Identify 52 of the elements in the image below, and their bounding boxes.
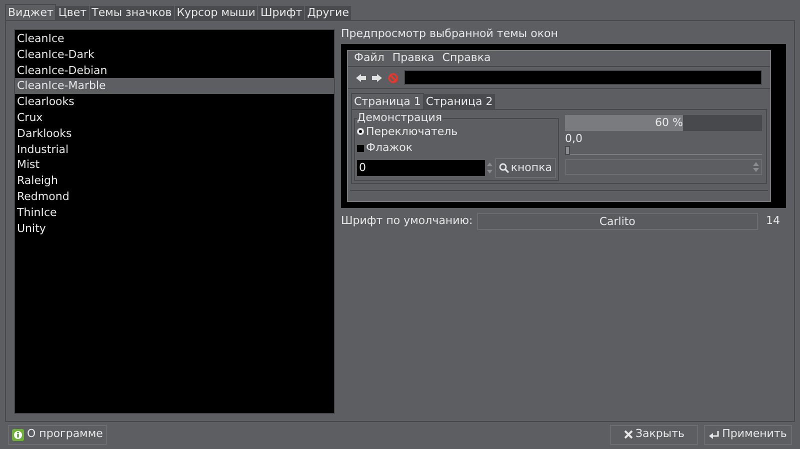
group-title: Демонстрация xyxy=(357,112,442,124)
font-label: Шрифт по умолчанию: xyxy=(341,213,473,230)
list-item[interactable]: Unity xyxy=(15,220,334,236)
list-item[interactable]: Crux xyxy=(15,110,334,126)
menu-item[interactable]: Файл xyxy=(354,50,384,67)
list-item[interactable]: Industrial xyxy=(15,142,334,158)
apply-button[interactable]: Применить xyxy=(704,424,792,444)
tab[interactable]: Другие xyxy=(305,6,352,20)
list-item[interactable]: Raleigh xyxy=(15,173,334,189)
preview-title: Предпросмотр выбранной темы окон xyxy=(341,27,559,41)
radio-button[interactable] xyxy=(357,128,364,136)
search-icon xyxy=(498,163,509,174)
slider-reading: 0,0 xyxy=(565,132,584,146)
about-button[interactable]: О программе xyxy=(8,424,107,444)
slider-thumb[interactable] xyxy=(565,146,570,156)
tab[interactable]: Виджет xyxy=(5,4,56,20)
tab[interactable]: Страница 1 xyxy=(351,93,424,110)
info-icon xyxy=(12,428,24,440)
search-button[interactable]: кнопка xyxy=(494,158,556,178)
up-down-icon xyxy=(753,162,759,172)
menu-item[interactable]: Правка xyxy=(392,50,434,67)
theme-list[interactable]: CleanIce CleanIce-Dark CleanIce-Debian CleanIce-Marble Clearlooks Crux Darklooks Industrial Mist Raleigh Redmond ThinIce Unity xyxy=(14,29,335,414)
list-item[interactable]: CleanIce-Marble xyxy=(15,78,334,94)
tab[interactable]: Цвет xyxy=(56,6,90,20)
address-field[interactable] xyxy=(404,70,762,86)
list-item[interactable]: Darklooks xyxy=(15,126,334,142)
tab[interactable]: Темы значков xyxy=(90,6,175,20)
return-arrow-icon xyxy=(709,430,720,438)
spin-arrows-icon[interactable] xyxy=(487,161,493,176)
font-size: 14 xyxy=(765,213,781,230)
list-item[interactable]: Mist xyxy=(15,157,334,174)
tab[interactable]: Курсор мыши xyxy=(174,6,258,20)
close-button[interactable]: Закрыть xyxy=(610,424,698,444)
close-icon xyxy=(624,430,632,439)
checkbox-label: Флажок xyxy=(366,140,413,156)
checkbox[interactable] xyxy=(357,144,364,152)
list-item[interactable]: CleanIce-Dark xyxy=(15,46,334,63)
list-item[interactable]: ThinIce xyxy=(15,204,334,221)
tab[interactable]: Страница 2 xyxy=(424,94,495,110)
forward-arrow-icon[interactable] xyxy=(372,74,382,82)
font-button[interactable]: Carlito xyxy=(476,213,758,230)
menu-item[interactable]: Справка xyxy=(442,50,491,67)
slider-track[interactable] xyxy=(565,146,762,156)
spin-field[interactable]: 0 xyxy=(357,160,486,176)
list-item[interactable]: CleanIce-Debian xyxy=(15,62,334,78)
list-item[interactable]: CleanIce xyxy=(15,31,334,47)
progress-reading: 60 % xyxy=(655,115,683,132)
list-item[interactable]: Redmond xyxy=(15,188,334,205)
list-item[interactable]: Clearlooks xyxy=(15,94,334,110)
radio-label: Переключатель xyxy=(366,124,458,140)
back-arrow-icon[interactable] xyxy=(356,74,366,82)
tab[interactable]: Шрифт xyxy=(258,6,306,20)
